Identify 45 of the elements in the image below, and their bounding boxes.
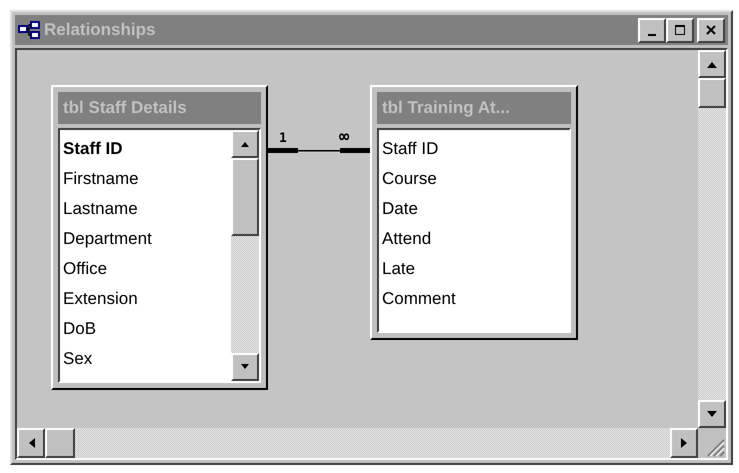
scroll-up-button[interactable]	[231, 130, 259, 158]
down-arrow-icon	[705, 410, 719, 418]
close-button[interactable]	[697, 18, 725, 42]
field-item[interactable]: Comment	[379, 284, 569, 314]
window-title: Relationships	[44, 20, 156, 40]
field-item[interactable]: Firstname	[60, 164, 231, 194]
scroll-down-button[interactable]	[698, 400, 726, 428]
maximize-icon	[674, 24, 686, 36]
list-scrollbar[interactable]	[231, 130, 259, 381]
minimize-button[interactable]	[638, 18, 666, 42]
minimize-icon	[648, 34, 656, 36]
right-arrow-icon	[680, 436, 688, 450]
field-item[interactable]: Extension	[60, 284, 231, 314]
scroll-thumb[interactable]	[231, 158, 259, 236]
scroll-right-button[interactable]	[670, 428, 698, 458]
field-item[interactable]: Date	[379, 194, 569, 224]
field-item[interactable]: Sex	[60, 344, 231, 374]
up-arrow-icon	[239, 140, 251, 148]
down-arrow-icon	[239, 363, 251, 371]
vertical-scrollbar[interactable]	[698, 50, 726, 428]
scroll-thumb[interactable]	[45, 428, 75, 458]
field-item[interactable]: Late	[379, 254, 569, 284]
up-arrow-icon	[705, 60, 719, 68]
scroll-up-button[interactable]	[698, 50, 726, 78]
maximize-button[interactable]	[666, 18, 694, 42]
field-item[interactable]: Lastname	[60, 194, 231, 224]
left-arrow-icon	[26, 436, 36, 450]
close-icon	[705, 24, 717, 36]
field-item[interactable]: Staff ID	[379, 134, 569, 164]
field-item[interactable]: Office	[60, 254, 231, 284]
field-item[interactable]: Attend	[379, 224, 569, 254]
scroll-down-button[interactable]	[231, 353, 259, 381]
tables-icon	[18, 21, 40, 39]
many-label: ∞	[339, 130, 350, 144]
field-item[interactable]: Staff ID	[60, 134, 231, 164]
scroll-left-button[interactable]	[17, 428, 45, 458]
one-label: 1	[279, 132, 287, 146]
field-item[interactable]: Department	[60, 224, 231, 254]
table-window[interactable]: tbl Staff Details Staff ID Firstname Lastname Department Office Extension DoB Sex	[51, 85, 268, 390]
field-item[interactable]: Course	[379, 164, 569, 194]
table-window[interactable]: tbl Training At... Staff ID Course Date Attend Late Comment	[370, 85, 578, 340]
scroll-thumb[interactable]	[698, 78, 726, 108]
field-item[interactable]: DoB	[60, 314, 231, 344]
relationship-line[interactable]	[268, 148, 370, 153]
horizontal-scrollbar[interactable]	[17, 428, 698, 458]
